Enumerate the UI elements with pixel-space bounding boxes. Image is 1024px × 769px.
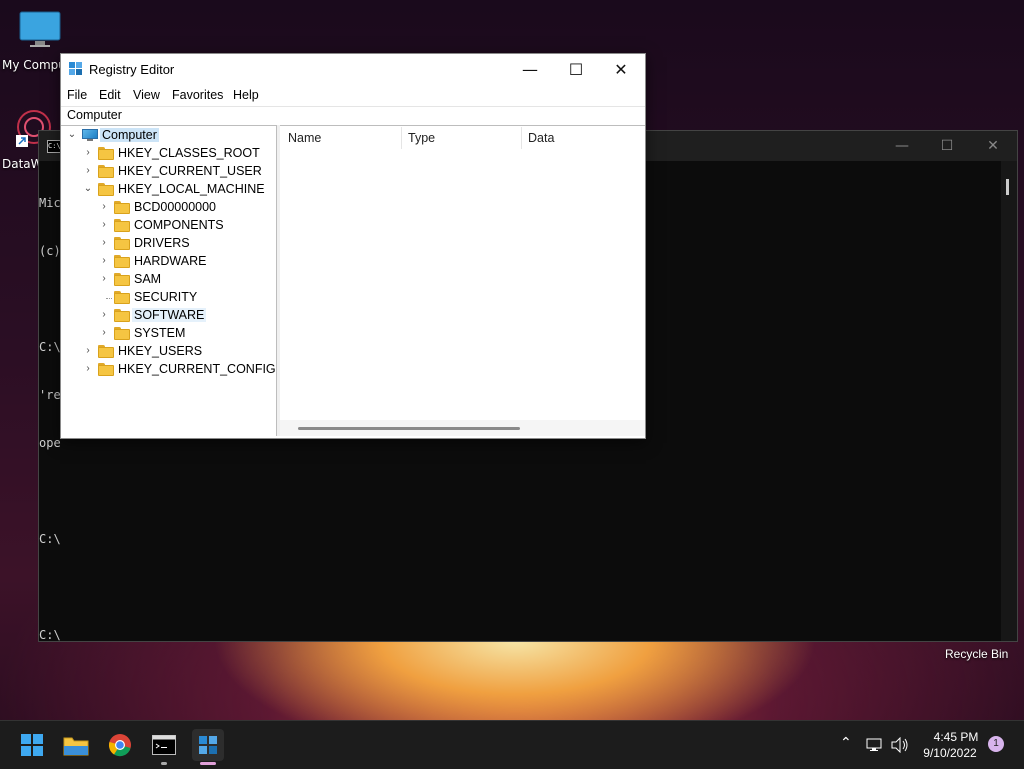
maximize-button[interactable]: ☐ [553, 54, 599, 84]
monitor-icon [19, 11, 61, 47]
chevron-right-icon[interactable]: › [82, 345, 94, 357]
tree-label: DRIVERS [134, 236, 190, 250]
window-title: Registry Editor [89, 62, 175, 77]
tree-label: HKEY_USERS [118, 344, 203, 358]
registry-editor-icon [69, 62, 82, 75]
chevron-right-icon[interactable]: › [98, 237, 110, 249]
console-scroll-thumb[interactable] [1006, 179, 1009, 195]
menu-file[interactable]: File [67, 88, 87, 102]
scroll-thumb[interactable] [298, 427, 520, 430]
values-list[interactable]: Name Type Data [280, 125, 645, 436]
folder-icon [114, 291, 130, 304]
tree-label: SYSTEM [134, 326, 186, 340]
running-indicator [161, 762, 167, 765]
chevron-right-icon[interactable]: › [98, 273, 110, 285]
clock-date[interactable]: 9/10/2022 [916, 746, 984, 760]
console-scrollbar[interactable] [1001, 161, 1017, 641]
folder-icon [114, 201, 130, 214]
column-divider[interactable] [521, 127, 522, 149]
folder-icon [114, 237, 130, 250]
clock-time[interactable]: 4:45 PM [924, 730, 988, 744]
tree-label: HKEY_CLASSES_ROOT [118, 146, 260, 160]
taskbar-start[interactable] [16, 729, 48, 761]
console-line: C:\ [39, 532, 61, 546]
folder-icon [98, 345, 114, 358]
folder-icon [98, 363, 114, 376]
computer-icon [82, 129, 98, 142]
chevron-right-icon[interactable]: › [98, 255, 110, 267]
desktop-icon-recycle-bin[interactable]: Recycle Bin [945, 647, 1008, 661]
taskbar-registry-editor[interactable] [192, 729, 224, 765]
tree-label: Computer [100, 128, 159, 142]
folder-icon [114, 255, 130, 268]
tree-label: HARDWARE [134, 254, 207, 268]
console-line: C:\ [39, 628, 61, 642]
console-close-button[interactable]: ✕ [978, 138, 1008, 154]
registry-editor-icon [199, 736, 217, 754]
address-bar[interactable]: Computer [61, 106, 645, 126]
tree-label: HKEY_CURRENT_USER [118, 164, 262, 178]
folder-icon [114, 327, 130, 340]
tree-label: COMPONENTS [134, 218, 224, 232]
notification-badge[interactable]: 1 [988, 736, 1004, 752]
minimize-button[interactable]: — [507, 54, 553, 84]
volume-icon[interactable] [891, 737, 909, 753]
column-header-name[interactable]: Name [288, 131, 321, 147]
menu-edit[interactable]: Edit [99, 88, 121, 102]
taskbar-file-explorer[interactable] [60, 729, 92, 761]
tree-connector [106, 298, 112, 299]
folder-icon [114, 273, 130, 286]
taskbar: ⌃ 4:45 PM 9/10/2022 1 [0, 720, 1024, 769]
folder-icon [98, 165, 114, 178]
chrome-icon [108, 734, 131, 757]
chevron-right-icon[interactable]: › [98, 219, 110, 231]
column-header-type[interactable]: Type [408, 131, 435, 147]
registry-tree[interactable]: ⌄ Computer › HKEY_CLASSES_ROOT › HKEY_CU… [62, 125, 277, 436]
chevron-right-icon[interactable]: › [98, 309, 110, 321]
console-maximize-button[interactable]: ☐ [932, 138, 962, 154]
network-icon[interactable] [866, 737, 884, 753]
chevron-down-icon[interactable]: ⌄ [66, 129, 78, 141]
chevron-right-icon[interactable]: › [98, 327, 110, 339]
tree-label: SOFTWARE [132, 308, 207, 322]
taskbar-chrome[interactable] [104, 729, 136, 761]
menu-bar: File Edit View Favorites Help [61, 84, 645, 106]
column-header-data[interactable]: Data [528, 131, 554, 147]
folder-icon [114, 309, 130, 322]
tree-label: SECURITY [134, 290, 198, 304]
address-text: Computer [67, 108, 122, 122]
desktop-icon-label: DataW [2, 157, 43, 171]
column-divider[interactable] [401, 127, 402, 149]
folder-icon [114, 219, 130, 232]
windows-start-icon [21, 734, 43, 756]
tree-label: HKEY_LOCAL_MACHINE [118, 182, 265, 196]
taskbar-terminal[interactable] [148, 729, 180, 765]
menu-help[interactable]: Help [233, 88, 259, 102]
console-minimize-button[interactable]: — [887, 138, 917, 154]
chevron-up-icon[interactable]: ⌃ [840, 735, 852, 751]
tree-label: HKEY_CURRENT_CONFIG [118, 362, 276, 376]
registry-editor-window[interactable]: Registry Editor — ☐ ✕ File Edit View Fav… [60, 53, 646, 439]
tree-label: BCD00000000 [134, 200, 217, 214]
chevron-right-icon[interactable]: › [98, 201, 110, 213]
horizontal-scrollbar[interactable] [280, 420, 645, 436]
menu-view[interactable]: View [133, 88, 160, 102]
terminal-icon [152, 735, 176, 755]
folder-icon [98, 147, 114, 160]
regedit-titlebar[interactable]: Registry Editor — ☐ ✕ [61, 54, 645, 84]
close-button[interactable]: ✕ [598, 54, 644, 84]
menu-favorites[interactable]: Favorites [172, 88, 223, 102]
chevron-right-icon[interactable]: › [82, 165, 94, 177]
folder-icon [98, 183, 114, 196]
chevron-down-icon[interactable]: ⌄ [82, 183, 94, 195]
active-indicator [200, 762, 216, 765]
tree-label: SAM [134, 272, 162, 286]
chevron-right-icon[interactable]: › [82, 363, 94, 375]
chevron-right-icon[interactable]: › [82, 147, 94, 159]
file-explorer-icon [63, 737, 89, 756]
